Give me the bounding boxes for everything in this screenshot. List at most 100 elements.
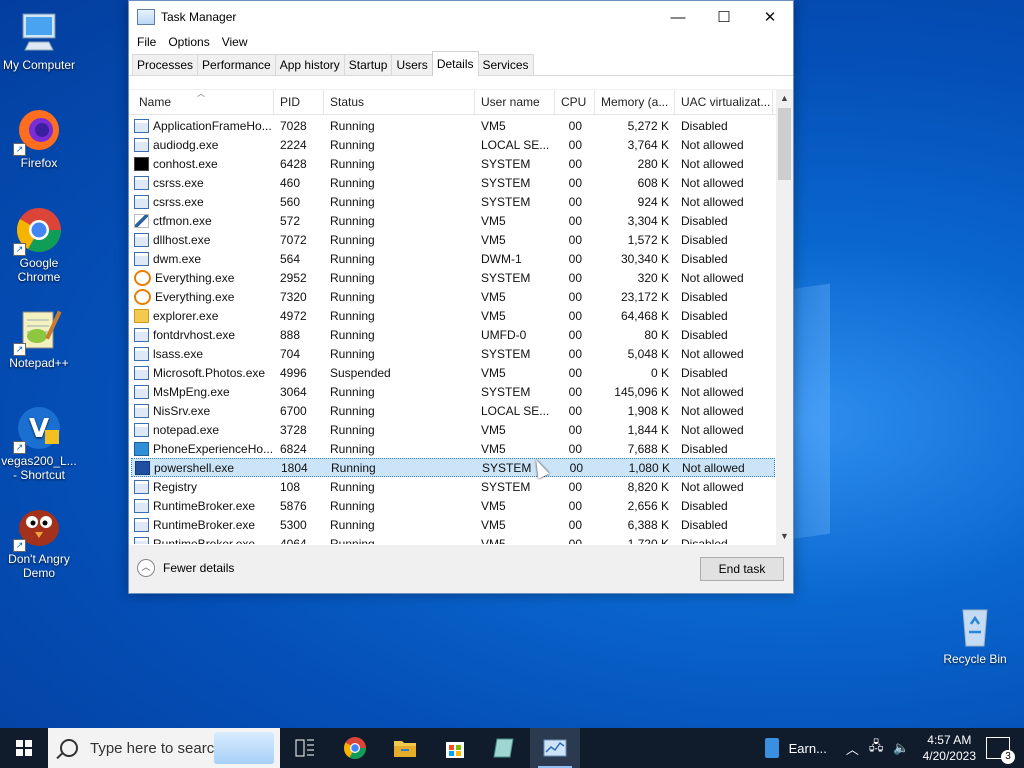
table-row[interactable]: audiodg.exe 2224 Running LOCAL SE... 00 3,764… — [131, 135, 775, 154]
fewer-details-button[interactable]: ︿ Fewer details — [137, 559, 234, 577]
close-button[interactable]: ✕ — [747, 1, 793, 33]
end-task-button[interactable]: End task — [700, 557, 784, 581]
cell-uac: Disabled — [681, 498, 728, 513]
table-row[interactable]: Everything.exe 2952 Running SYSTEM 00 320 K No… — [131, 268, 775, 287]
table-row[interactable]: NisSrv.exe 6700 Running LOCAL SE... 00 1,908 … — [131, 401, 775, 420]
desktop-icon-notepad-plus[interactable]: ↗ Notepad++ — [0, 306, 78, 370]
column-header-status[interactable]: Status — [324, 90, 475, 114]
taskbar-app[interactable] — [480, 728, 530, 768]
table-row[interactable]: ApplicationFrameHo... 7028 Running VM5 00 5,2… — [131, 116, 775, 135]
desktop-icon-firefox[interactable]: ↗ Firefox — [0, 106, 78, 170]
column-header-cpu[interactable]: CPU — [555, 90, 595, 114]
cell-cpu: 00 — [568, 118, 582, 133]
table-row[interactable]: conhost.exe 6428 Running SYSTEM 00 280 K Not a… — [131, 154, 775, 173]
scroll-thumb[interactable] — [778, 108, 791, 180]
column-header-user-name[interactable]: User name — [475, 90, 555, 114]
clock[interactable]: 4:57 AM 4/20/2023 — [923, 732, 976, 764]
cell-pid: 2224 — [280, 137, 307, 152]
table-row[interactable]: powershell.exe 1804 Running SYSTEM 00 1,080 K… — [131, 458, 775, 477]
tab-app-history[interactable]: App history — [274, 54, 345, 75]
table-row[interactable]: Microsoft.Photos.exe 4996 Suspended VM5 00 0 … — [131, 363, 775, 382]
table-row[interactable]: Everything.exe 7320 Running VM5 00 23,172 K Di… — [131, 287, 775, 306]
cell-status: Running — [330, 327, 375, 342]
maximize-button[interactable]: ☐ — [701, 1, 747, 33]
taskbar-store[interactable] — [430, 728, 480, 768]
table-row[interactable]: RuntimeBroker.exe 4064 Running VM5 00 1,720 K… — [131, 534, 775, 544]
tab-details[interactable]: Details — [431, 51, 479, 76]
start-button[interactable] — [0, 728, 48, 768]
cell-uac: Not allowed — [681, 175, 744, 190]
cell-status: Running — [330, 346, 375, 361]
title-bar[interactable]: Task Manager — ☐ ✕ — [129, 1, 793, 33]
tab-services[interactable]: Services — [477, 54, 534, 75]
tab-processes[interactable]: Processes — [132, 54, 199, 75]
task-manager-window[interactable]: Task Manager — ☐ ✕ File Options View Pro… — [128, 0, 794, 594]
cell-status: Running — [330, 270, 375, 285]
cell-uac: Disabled — [681, 441, 728, 456]
cell-user-name: UMFD-0 — [481, 327, 527, 342]
cell-status: Running — [330, 232, 375, 247]
column-header-memory[interactable]: Memory (a... — [595, 90, 675, 114]
table-row[interactable]: dllhost.exe 7072 Running VM5 00 1,572 K Disabl… — [131, 230, 775, 249]
desktop-icon-vegas[interactable]: V ↗ vegas200_L... - Shortcut — [0, 404, 78, 482]
table-row[interactable]: notepad.exe 3728 Running VM5 00 1,844 K Not al… — [131, 420, 775, 439]
scroll-down-icon[interactable]: ▼ — [776, 528, 793, 545]
cell-status: Running — [330, 403, 375, 418]
taskbar-task-manager[interactable] — [530, 728, 580, 768]
table-row[interactable]: explorer.exe 4972 Running VM5 00 64,468 K Disa… — [131, 306, 775, 325]
cell-uac: Not allowed — [681, 384, 744, 399]
table-row[interactable]: csrss.exe 460 Running SYSTEM 00 608 K Not allo… — [131, 173, 775, 192]
cell-memory: 0 K — [650, 365, 669, 380]
volume-icon[interactable]: 🔈 — [893, 740, 909, 756]
table-row[interactable]: Registry 108 Running SYSTEM 00 8,820 K Not all… — [131, 477, 775, 496]
process-name: fontdrvhost.exe — [153, 327, 236, 342]
task-view-icon — [295, 739, 314, 757]
tab-startup[interactable]: Startup — [343, 54, 393, 75]
table-row[interactable]: PhoneExperienceHo... 6824 Running VM5 00 7,68… — [131, 439, 775, 458]
desktop-icon-dont-angry[interactable]: ↗ Don't Angry Demo — [0, 502, 78, 580]
menu-file[interactable]: File — [131, 35, 162, 49]
table-row[interactable]: fontdrvhost.exe 888 Running UMFD-0 00 80 K Dis… — [131, 325, 775, 344]
taskbar-file-explorer[interactable] — [380, 728, 430, 768]
chevron-up-icon[interactable]: ︿ — [846, 739, 859, 758]
table-row[interactable]: RuntimeBroker.exe 5876 Running VM5 00 2,656 K… — [131, 496, 775, 515]
scroll-up-icon[interactable]: ▲ — [776, 90, 793, 107]
tray-earn-app[interactable]: Earn... — [764, 738, 827, 758]
cell-status: Running — [330, 536, 375, 545]
shortcut-arrow-icon: ↗ — [13, 243, 26, 256]
cell-cpu: 00 — [568, 194, 582, 209]
cell-memory: 7,688 K — [627, 441, 669, 456]
taskbar-search-box[interactable]: Type here to search — [48, 728, 280, 768]
tab-performance[interactable]: Performance — [197, 54, 276, 75]
table-row[interactable]: lsass.exe 704 Running SYSTEM 00 5,048 K Not al… — [131, 344, 775, 363]
desktop-icon-my-computer[interactable]: My Computer — [0, 8, 78, 72]
menu-view[interactable]: View — [216, 35, 254, 49]
network-icon[interactable]: 🖧 — [869, 737, 884, 759]
taskbar-chrome[interactable] — [330, 728, 380, 768]
table-row[interactable]: RuntimeBroker.exe 5300 Running VM5 00 6,388 K… — [131, 515, 775, 534]
window-icon — [134, 251, 149, 266]
desktop-icon-recycle-bin[interactable]: Recycle Bin — [936, 602, 1014, 666]
menu-options[interactable]: Options — [162, 35, 215, 49]
table-row[interactable]: ctfmon.exe 572 Running VM5 00 3,304 K Disabled — [131, 211, 775, 230]
minimize-button[interactable]: — — [655, 1, 701, 33]
process-name: Everything.exe — [155, 289, 235, 304]
cell-uac: Not allowed — [681, 479, 744, 494]
task-view-button[interactable] — [280, 728, 330, 768]
tab-users[interactable]: Users — [391, 54, 433, 75]
cell-cpu: 00 — [568, 213, 582, 228]
cell-name: MsMpEng.exe — [131, 384, 274, 399]
column-header-pid[interactable]: PID — [274, 90, 324, 114]
column-header-uac[interactable]: UAC virtualizat... — [675, 90, 773, 114]
desktop-icon-chrome[interactable]: ↗ Google Chrome — [0, 206, 78, 284]
table-row[interactable]: MsMpEng.exe 3064 Running SYSTEM 00 145,096 K N… — [131, 382, 775, 401]
cell-cpu: 00 — [568, 308, 582, 323]
cell-name: notepad.exe — [131, 422, 274, 437]
vertical-scrollbar[interactable]: ▲ ▼ — [776, 90, 793, 545]
desktop-icon-label: Google Chrome — [17, 256, 61, 284]
tab-strip: Processes Performance App history Startu… — [129, 51, 793, 76]
table-row[interactable]: dwm.exe 564 Running DWM-1 00 30,340 K Disabled — [131, 249, 775, 268]
notification-center-icon[interactable]: 3 — [986, 737, 1015, 764]
table-row[interactable]: csrss.exe 560 Running SYSTEM 00 924 K Not allo… — [131, 192, 775, 211]
cell-memory: 6,388 K — [627, 517, 669, 532]
